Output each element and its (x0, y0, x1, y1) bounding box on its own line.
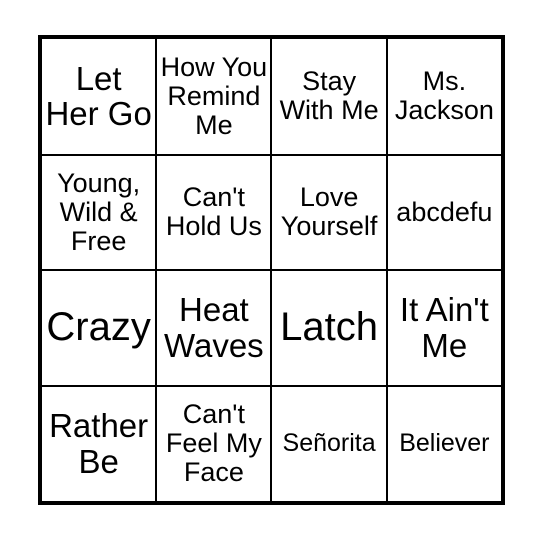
bingo-cell-label: Young, Wild & Free (57, 167, 141, 256)
bingo-cell[interactable]: Let Her Go (42, 39, 158, 156)
bingo-cell[interactable]: Señorita (270, 384, 388, 501)
bingo-grid: Let Her Go How You Remind Me Stay With M… (42, 39, 501, 501)
bingo-cell-label: Believer (399, 429, 490, 458)
bingo-cell-label: Can't Hold Us (165, 182, 262, 242)
bingo-cell[interactable]: abcdefu (385, 153, 501, 271)
bingo-cell-label: Heat Waves (164, 291, 264, 364)
bingo-cell-label: abcdefu (396, 196, 493, 227)
bingo-cell-label: How You Remind Me (160, 51, 268, 140)
bingo-cell-label: Can't Feel My Face (165, 399, 262, 488)
bingo-cell[interactable]: Latch (270, 269, 388, 387)
bingo-cell[interactable]: Heat Waves (155, 269, 273, 387)
bingo-cell[interactable]: It Ain't Me (385, 269, 501, 387)
bingo-cell-label: Latch (280, 305, 379, 350)
bingo-cell[interactable]: Crazy (42, 269, 158, 387)
bingo-cell[interactable]: Ms. Jackson (385, 39, 501, 156)
bingo-card: Let Her Go How You Remind Me Stay With M… (38, 35, 505, 505)
bingo-cell[interactable]: Young, Wild & Free (42, 153, 158, 271)
bingo-cell-label: It Ain't Me (399, 291, 489, 364)
bingo-row: Young, Wild & Free Can't Hold Us Love Yo… (42, 153, 501, 271)
bingo-row: Rather Be Can't Feel My Face Señorita Be… (42, 384, 501, 501)
bingo-cell[interactable]: Love Yourself (270, 153, 388, 271)
bingo-cell[interactable]: How You Remind Me (155, 39, 273, 156)
bingo-cell-label: Love Yourself (280, 182, 378, 242)
bingo-cell-label: Señorita (282, 429, 376, 458)
bingo-cell[interactable]: Rather Be (42, 384, 158, 501)
bingo-cell[interactable]: Can't Feel My Face (155, 384, 273, 501)
bingo-cell[interactable]: Believer (385, 384, 501, 501)
bingo-cell-label: Crazy (46, 305, 151, 350)
bingo-cell-label: Ms. Jackson (394, 66, 494, 126)
bingo-row: Let Her Go How You Remind Me Stay With M… (42, 39, 501, 156)
bingo-cell-label: Stay With Me (279, 66, 379, 126)
bingo-cell[interactable]: Stay With Me (270, 39, 388, 156)
bingo-cell[interactable]: Can't Hold Us (155, 153, 273, 271)
bingo-grid-body: Let Her Go How You Remind Me Stay With M… (42, 39, 501, 501)
bingo-cell-label: Let Her Go (45, 59, 152, 133)
bingo-cell-label: Rather Be (49, 407, 149, 480)
bingo-row: Crazy Heat Waves Latch It Ain't Me (42, 269, 501, 387)
